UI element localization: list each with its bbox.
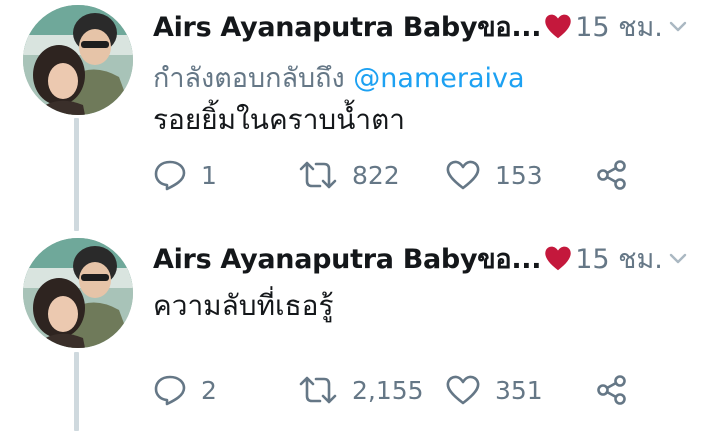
reply-count: 1 — [201, 160, 217, 190]
author-name[interactable]: Airs Ayanaputra Babyขอ... — [153, 237, 542, 280]
reply-icon — [154, 375, 186, 406]
red-heart-emoji — [545, 246, 571, 271]
reply-button[interactable]: 1 — [153, 153, 217, 197]
retweet-button[interactable]: 822 — [298, 153, 400, 197]
reply-count: 2 — [201, 375, 217, 405]
tweet-text: รอยยิ้มในคราบน้ำตา — [153, 103, 405, 136]
red-heart-emoji — [545, 14, 571, 39]
like-button[interactable]: 351 — [445, 368, 543, 412]
replying-to: กำลังตอบกลับถึง @nameraiva — [153, 56, 525, 99]
reply-icon — [154, 160, 186, 191]
timestamp[interactable]: 15 ชม. — [575, 5, 663, 48]
avatar[interactable] — [23, 5, 133, 115]
avatar-image — [23, 5, 133, 115]
retweet-icon — [299, 376, 337, 404]
like-count: 351 — [495, 375, 543, 405]
avatar-image — [23, 238, 133, 348]
retweet-button[interactable]: 2,155 — [298, 368, 424, 412]
retweet-count: 2,155 — [352, 375, 424, 405]
share-button[interactable] — [596, 368, 628, 412]
share-button[interactable] — [596, 153, 628, 197]
share-icon — [597, 160, 626, 190]
timestamp[interactable]: 15 ชม. — [575, 237, 663, 280]
chevron-down-icon[interactable] — [666, 14, 690, 38]
tweet[interactable]: Airs Ayanaputra Babyขอ... 15 ชม. ความลับ… — [0, 232, 720, 431]
tweet-header: Airs Ayanaputra Babyขอ... 15 ชม. — [153, 238, 690, 278]
like-icon — [446, 160, 480, 190]
tweet-actions: 1 822 153 — [153, 153, 693, 197]
share-icon — [597, 375, 626, 405]
tweet-actions: 2 2,155 351 — [153, 368, 693, 412]
tweet-header: Airs Ayanaputra Babyขอ... 15 ชม. — [153, 6, 690, 46]
avatar[interactable] — [23, 238, 133, 348]
tweet-text: ความลับที่เธอรู้ — [153, 289, 334, 322]
like-count: 153 — [495, 160, 543, 190]
replying-to-label: กำลังตอบกลับถึง — [153, 63, 345, 94]
reply-button[interactable]: 2 — [153, 368, 217, 412]
retweet-count: 822 — [352, 160, 400, 190]
author-name[interactable]: Airs Ayanaputra Babyขอ... — [153, 5, 542, 48]
retweet-icon — [299, 161, 337, 189]
like-button[interactable]: 153 — [445, 153, 543, 197]
mention-link[interactable]: @nameraiva — [353, 63, 524, 94]
like-icon — [446, 375, 480, 405]
chevron-down-icon[interactable] — [666, 246, 690, 270]
tweet[interactable]: Airs Ayanaputra Babyขอ... 15 ชม. กำลังตอ… — [0, 0, 720, 230]
